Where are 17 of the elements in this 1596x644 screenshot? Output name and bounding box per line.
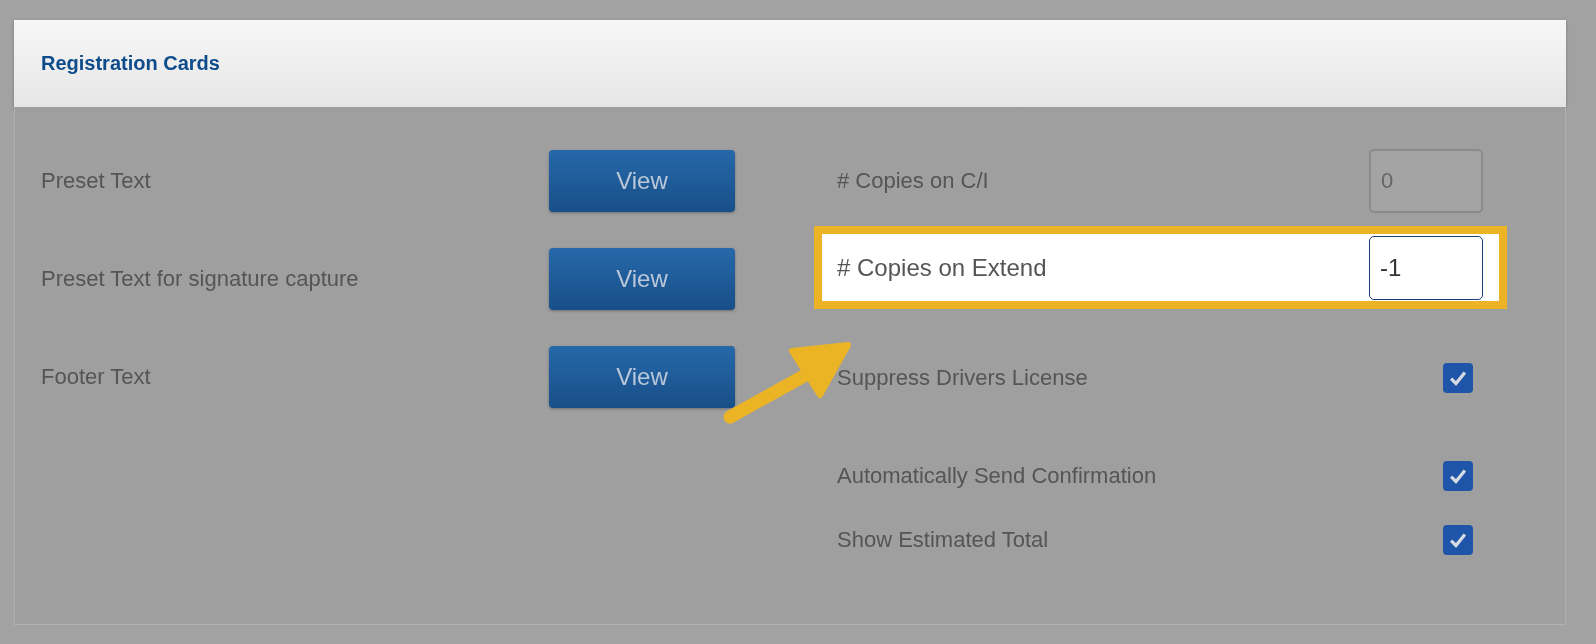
setting-label: Suppress Drivers License xyxy=(837,365,1088,391)
view-button[interactable]: View xyxy=(549,345,735,408)
number-field[interactable]: -1 xyxy=(1369,235,1483,300)
checkbox[interactable] xyxy=(1443,525,1473,555)
setting-label: Automatically Send Confirmation xyxy=(837,463,1157,489)
number-field[interactable]: 0 xyxy=(1369,148,1483,213)
setting-label: Footer Text xyxy=(41,363,151,390)
checkbox[interactable] xyxy=(1443,461,1473,491)
setting-label: Preset Text for signature capture xyxy=(41,265,359,292)
setting-label: Show Estimated Total xyxy=(837,527,1049,553)
checkbox[interactable] xyxy=(1443,363,1473,393)
view-button[interactable]: View xyxy=(549,149,735,212)
setting-label: # Copies on C/I xyxy=(837,167,989,194)
setting-label: Preset Text xyxy=(41,167,151,194)
view-button[interactable]: View xyxy=(549,247,735,310)
section-title: Registration Cards xyxy=(41,52,220,75)
setting-label: # Copies on Extend xyxy=(837,253,1047,282)
